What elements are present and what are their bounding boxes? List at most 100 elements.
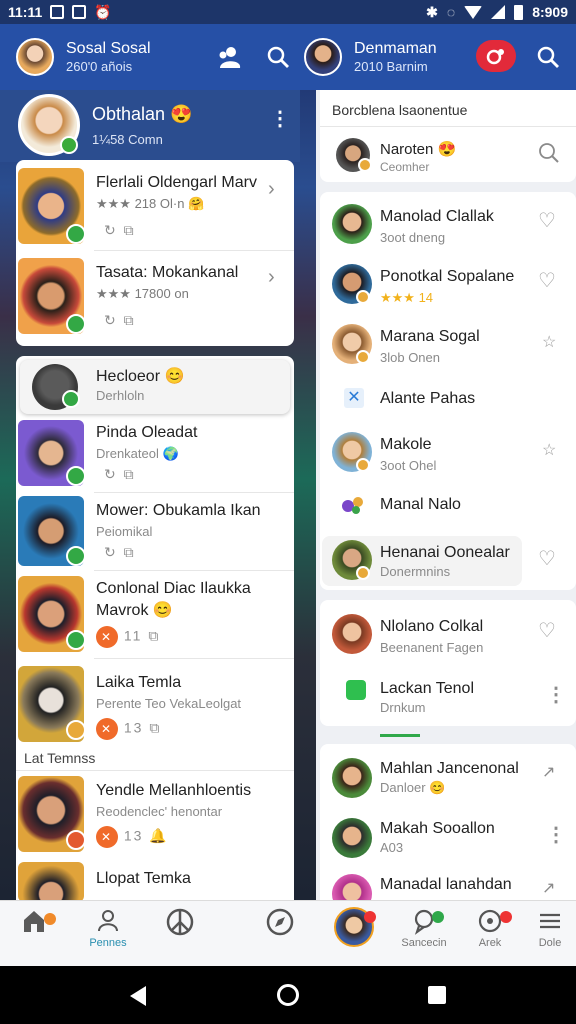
contact-name-3[interactable]: Marana Sogal	[380, 328, 480, 346]
chat-name-2[interactable]: Pinda Oleadat	[96, 424, 197, 442]
battery-icon	[514, 4, 524, 20]
divider	[16, 770, 294, 771]
divider	[94, 570, 294, 571]
nav-chat[interactable]: Sancecin	[392, 907, 456, 963]
header-right-avatar[interactable]	[304, 38, 342, 76]
star-icon[interactable]: ☆	[542, 332, 556, 352]
header-right: Denmaman 2010 Barnim	[288, 24, 576, 90]
nav-peace[interactable]	[148, 907, 212, 963]
chat-sub-1: Derhloln	[96, 388, 145, 403]
contact-name-2[interactable]: Ponotkal Sopalane	[380, 268, 514, 286]
contact-name-8[interactable]: Nlolano Colkal	[380, 618, 483, 636]
chat-name-4[interactable]: Conlonal Diac Ilaukka	[96, 580, 251, 598]
featured-actions-1[interactable]: ↻ ⧉	[104, 222, 136, 239]
chat-actions-3[interactable]: ↻ ⧉	[104, 544, 136, 561]
search-icon[interactable]	[538, 142, 560, 169]
contact-name-9[interactable]: Lackan Tenol	[380, 680, 474, 698]
notification-dot	[364, 911, 376, 923]
heart-icon[interactable]: ♡	[538, 546, 556, 571]
arrow-icon[interactable]: ↗	[542, 878, 555, 898]
status-badge	[66, 314, 86, 334]
more-options-icon[interactable]: ⋮	[546, 682, 566, 707]
featured-actions-2[interactable]: ↻ ⧉	[104, 312, 136, 329]
status-badge	[66, 546, 86, 566]
heart-icon[interactable]: ♡	[538, 208, 556, 233]
featured-name-2[interactable]: Tasata: Mokankanal	[96, 264, 238, 282]
image-notif-icon	[50, 5, 65, 19]
more-options-icon[interactable]: ⋮	[270, 106, 290, 131]
contact-name-4[interactable]: Alante Pahas	[380, 390, 475, 408]
contact-sub-3: 3lob Onen	[380, 350, 440, 365]
status-time-right: 8:909	[532, 4, 568, 20]
nav-home[interactable]	[2, 907, 66, 963]
people-icon	[76, 907, 140, 937]
contact-name-5[interactable]: Makole	[380, 436, 432, 454]
recents-button[interactable]	[428, 986, 446, 1004]
back-button[interactable]	[130, 986, 146, 1006]
search-icon[interactable]	[534, 43, 562, 71]
featured-sub-2: ★★★ 17800 on	[96, 286, 189, 301]
nav-profile[interactable]	[322, 907, 386, 963]
chat-actions-5[interactable]: ✕ 13 ⧉	[96, 718, 161, 740]
chat-actions-2[interactable]: ↻ ⧉	[104, 466, 136, 483]
home-icon	[2, 907, 66, 937]
profile-sub: 1¼58 Comn	[92, 132, 163, 147]
menu-icon	[518, 907, 576, 937]
record-button[interactable]	[476, 40, 516, 72]
section-label: Lat Temnss	[24, 750, 96, 766]
contact-avatar-10	[332, 758, 372, 798]
chat-name-5[interactable]: Laika Temla	[96, 674, 181, 692]
contact-sub-11: A03	[380, 840, 404, 855]
chat-actions-6[interactable]: ✕ 13 🔔	[96, 826, 169, 848]
chat-actions-5-label: 13 ⧉	[123, 719, 162, 736]
heart-icon[interactable]: ♡	[538, 268, 556, 293]
notification-dot	[500, 911, 512, 923]
more-options-icon[interactable]: ⋮	[546, 822, 566, 847]
contact-name-1[interactable]: Manolad Clallak	[380, 208, 494, 226]
contact-name-12[interactable]: Manadal lanahdan	[380, 876, 512, 894]
nav-target[interactable]: Arek	[458, 907, 522, 963]
header-left: Sosal Sosal 260'0 añois	[0, 24, 289, 90]
compass-icon	[248, 907, 312, 937]
contact-name-6[interactable]: Manal Nalo	[380, 496, 461, 514]
nav-menu-label: Dole	[538, 937, 562, 949]
people-icon[interactable]	[214, 43, 242, 71]
chat-name-1: Hecloeor 😊	[96, 368, 185, 385]
bottom-navigation: Pennes Sancecin Arek Dole	[0, 900, 576, 966]
chat-sub-5: Perente Teo VekaLeolgat	[96, 696, 242, 711]
divider	[320, 126, 576, 127]
star-icon[interactable]: ☆	[542, 440, 556, 460]
featured-name-1[interactable]: Flerlali Oldengarl Marv	[96, 174, 257, 192]
sticker-icon	[340, 492, 368, 516]
chevron-right-icon[interactable]: ›	[268, 178, 275, 201]
notification-dot	[432, 911, 444, 923]
status-badge	[358, 158, 372, 172]
vibrate-icon: ◌	[446, 4, 456, 20]
arrow-icon[interactable]: ↗	[542, 762, 555, 782]
profile-card[interactable]: Obthalan 😍 1¼58 Comn ⋮	[0, 90, 300, 162]
chevron-right-icon[interactable]: ›	[268, 266, 275, 289]
heart-icon[interactable]: ♡	[538, 618, 556, 643]
chat-icon	[392, 907, 456, 937]
nav-menu[interactable]: Dole	[518, 907, 576, 963]
nav-people[interactable]: Pennes	[76, 907, 140, 963]
chat-name-3[interactable]: Mower: Obukamla Ikan	[96, 502, 261, 520]
contact-name-10[interactable]: Mahlan Jancenonal	[380, 760, 519, 778]
home-button[interactable]	[277, 984, 299, 1006]
contacts-card-3: Mahlan Jancenonal Danloer 😊 ↗ Makah Sooa…	[320, 744, 576, 914]
chat-actions-4[interactable]: ✕ 11 ⧉	[96, 626, 160, 648]
chat-name-6[interactable]: Yendle Mellanhloentis	[96, 782, 251, 800]
header-avatar[interactable]	[16, 38, 54, 76]
chat-actions-4-label: 11 ⧉	[123, 627, 161, 644]
header-right-title: Denmaman	[354, 39, 437, 57]
contact-name-11[interactable]: Makah Sooallon	[380, 820, 495, 838]
chat-name-7[interactable]: Llopat Temka	[96, 870, 191, 888]
nav-compass[interactable]	[248, 907, 312, 963]
status-badge	[66, 466, 86, 486]
contact-name-7[interactable]: Henanai Oonealar	[380, 544, 510, 562]
contacts-card-2: Nlolano Colkal Beenanent Fagen ♡ Lackan …	[320, 600, 576, 726]
contact-avatar-1	[332, 204, 372, 244]
app-notif-icon	[72, 5, 87, 19]
profile-name: Obthalan 😍	[92, 104, 193, 124]
contact-avatar-8	[332, 614, 372, 654]
